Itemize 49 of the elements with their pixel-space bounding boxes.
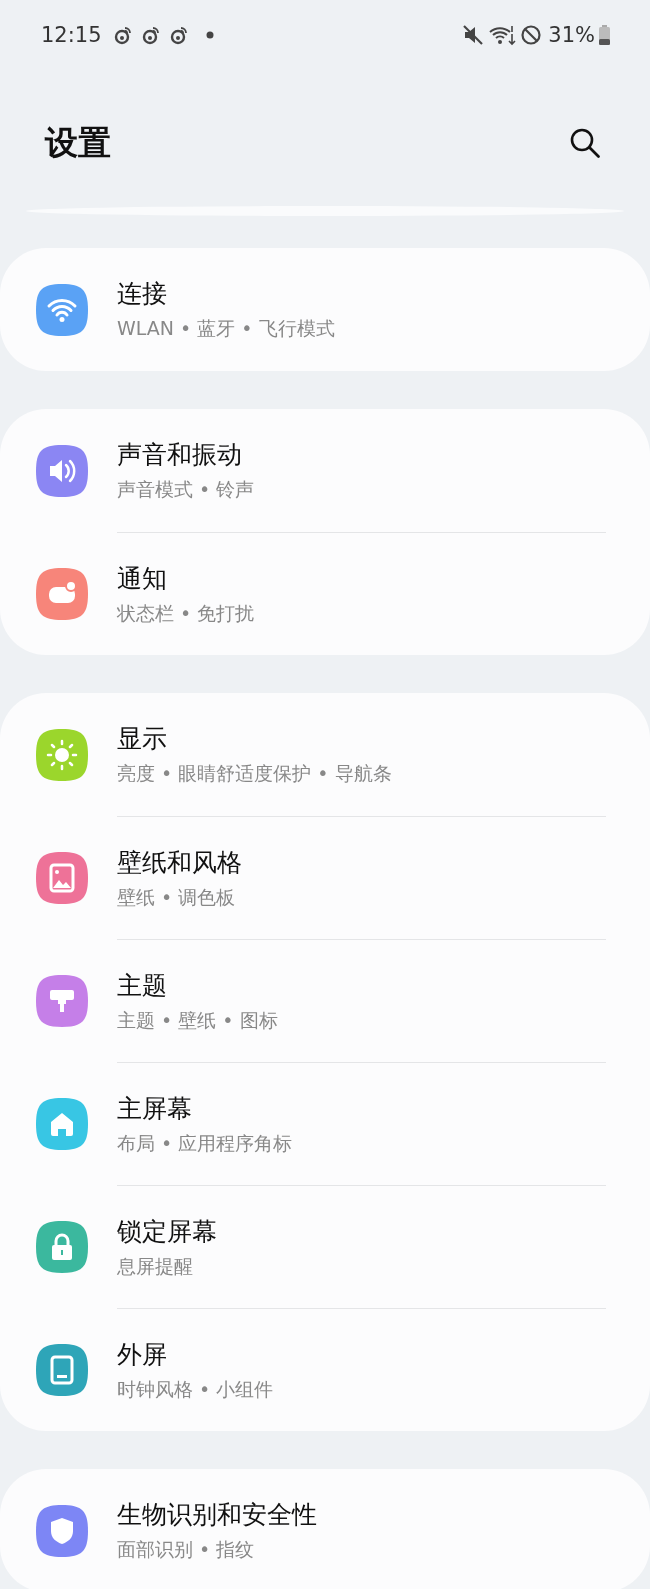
item-title: 生物识别和安全性 [117, 1499, 318, 1531]
sun-icon [36, 728, 88, 781]
item-title: 声音和振动 [117, 439, 243, 471]
item-subtitle: 布局 • 应用程序角标 [117, 1130, 294, 1156]
search-icon[interactable] [568, 126, 602, 160]
item-subtitle: 面部识别 • 指纹 [117, 1537, 256, 1562]
item-subtitle: 时钟风格 • 小组件 [117, 1376, 275, 1402]
lock-icon [36, 1220, 88, 1273]
settings-item[interactable]: 通知 状态栏 • 免打扰 [0, 532, 650, 655]
do-not-disturb-icon [520, 24, 543, 46]
item-title: 主题 [117, 969, 168, 1002]
settings-item[interactable]: 锁定屏幕 息屏提醒 [0, 1185, 650, 1308]
wifi-icon [36, 283, 88, 336]
item-subtitle: 状态栏 • 免打扰 [117, 600, 256, 626]
item-subtitle: 壁纸 • 调色板 [117, 884, 237, 910]
item-title: 外屏 [117, 1338, 168, 1371]
settings-item[interactable]: 生物识别和安全性 面部识别 • 指纹 [0, 1469, 650, 1589]
phone-screen-icon [36, 1343, 88, 1396]
settings-item[interactable]: 连接 WLAN • 蓝牙 • 飞行模式 [0, 248, 650, 371]
item-title: 锁定屏幕 [117, 1215, 218, 1248]
item-title: 显示 [117, 723, 168, 755]
wifi-icon [488, 24, 517, 46]
shield-icon [36, 1504, 88, 1557]
brush-icon [36, 974, 88, 1027]
item-subtitle: 声音模式 • 铃声 [117, 477, 256, 502]
page-title: 设置 [45, 121, 112, 164]
item-title: 连接 [117, 278, 168, 310]
item-title: 主屏幕 [117, 1092, 193, 1125]
speaker-icon [36, 444, 88, 497]
notification-icon [36, 567, 88, 620]
image-icon [36, 851, 88, 904]
mute-icon [462, 24, 485, 46]
item-title: 通知 [117, 562, 168, 595]
item-subtitle: WLAN • 蓝牙 • 飞行模式 [117, 316, 336, 341]
settings-item[interactable]: 主题 主题 • 壁纸 • 图标 [0, 939, 650, 1062]
settings-item[interactable]: 外屏 时钟风格 • 小组件 [0, 1308, 650, 1431]
home-icon [36, 1097, 88, 1150]
dot-icon [205, 31, 214, 39]
item-subtitle: 息屏提醒 [117, 1253, 194, 1279]
settings-item[interactable]: 主屏幕 布局 • 应用程序角标 [0, 1062, 650, 1185]
battery-percent: 31% [548, 23, 595, 47]
settings-item[interactable]: 显示 亮度 • 眼睛舒适度保护 • 导航条 [0, 693, 650, 816]
item-subtitle: 主题 • 壁纸 • 图标 [117, 1007, 279, 1033]
battery-icon [599, 25, 610, 45]
item-title: 壁纸和风格 [117, 846, 243, 879]
settings-item[interactable]: 壁纸和风格 壁纸 • 调色板 [0, 816, 650, 939]
item-subtitle: 亮度 • 眼睛舒适度保护 • 导航条 [117, 761, 393, 786]
clock-time: 12:15 [41, 23, 102, 47]
settings-item[interactable]: 声音和振动 声音模式 • 铃声 [0, 409, 650, 532]
